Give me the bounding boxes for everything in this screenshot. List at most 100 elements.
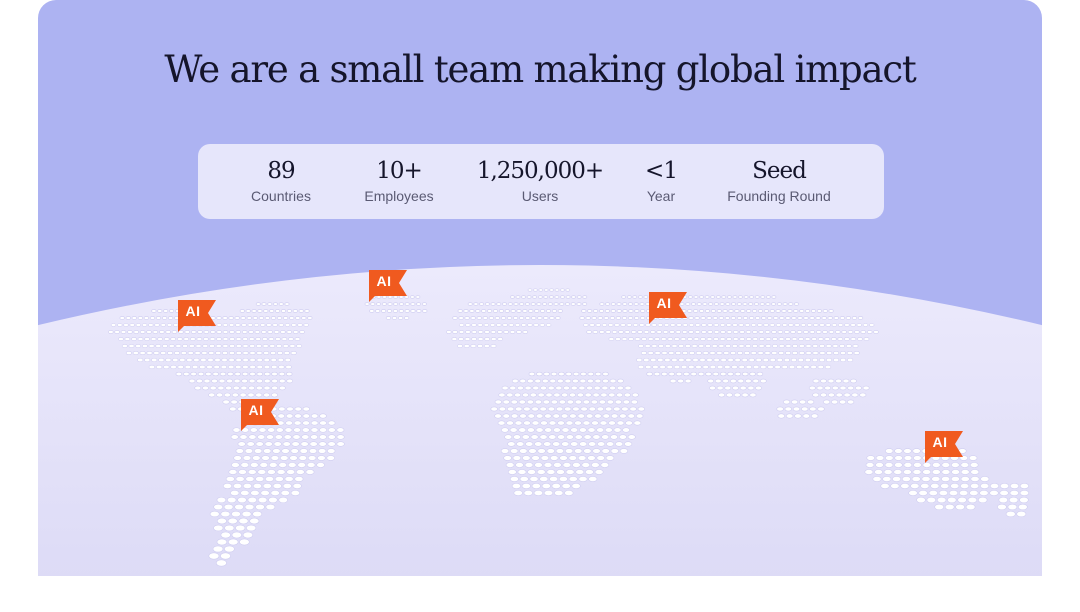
map-dot: [294, 476, 304, 482]
map-dot: [863, 337, 870, 341]
map-dot: [577, 413, 586, 419]
map-dot: [521, 295, 526, 299]
map-dot: [237, 441, 246, 447]
map-dot: [310, 413, 319, 419]
map-dot: [502, 413, 511, 419]
map-dot: [545, 309, 552, 313]
map-dot: [615, 337, 621, 341]
map-dot: [785, 413, 794, 419]
map-dot: [302, 420, 310, 426]
map-dot: [810, 413, 819, 419]
map-dot: [509, 476, 519, 482]
map-dot: [137, 357, 144, 363]
map-dot: [639, 316, 646, 320]
map-dot: [744, 378, 752, 384]
map-dot: [752, 378, 760, 384]
map-dot: [215, 559, 227, 567]
map-dot: [547, 385, 555, 391]
map-dot: [722, 378, 730, 384]
map-dot: [531, 406, 539, 412]
map-dot: [242, 357, 249, 363]
map-dot: [497, 330, 503, 334]
map-dot: [716, 385, 724, 391]
map-dot: [155, 364, 163, 370]
map-dot: [209, 510, 220, 518]
map-dot: [504, 309, 510, 313]
stat-users: 1,250,000+ Users: [477, 157, 604, 205]
map-dot: [610, 413, 619, 419]
map-dot: [555, 316, 561, 320]
map-dot: [579, 316, 585, 320]
map-dot: [682, 351, 689, 355]
map-dot: [120, 330, 127, 334]
map-dot: [121, 344, 128, 348]
map-dot: [252, 510, 263, 518]
map-dot: [893, 469, 903, 475]
map-dot: [256, 364, 264, 370]
map-dot: [713, 302, 719, 306]
map-dot: [912, 469, 922, 475]
map-dot: [791, 351, 798, 355]
map-dot: [226, 496, 237, 504]
map-dot: [632, 323, 639, 327]
map-dot: [947, 496, 957, 504]
map-dot: [209, 385, 217, 391]
map-dot: [123, 323, 129, 327]
map-dot: [716, 364, 724, 370]
map-dot: [144, 337, 150, 341]
map-dot: [776, 302, 782, 306]
map-dot: [587, 427, 596, 433]
map-dot: [664, 344, 671, 348]
map-dot: [884, 462, 894, 468]
map-dot: [547, 302, 553, 306]
map-dot: [248, 385, 256, 391]
map-dot: [851, 392, 859, 398]
map-dot: [539, 476, 549, 482]
map-dot: [634, 309, 640, 313]
map-dot: [553, 462, 562, 468]
map-dot: [846, 399, 855, 405]
map-dot: [597, 316, 603, 320]
map-dot: [249, 371, 256, 377]
map-dot: [578, 427, 587, 433]
map-dot: [837, 323, 844, 327]
map-dot: [788, 302, 794, 306]
map-dot: [556, 378, 564, 384]
map-dot: [510, 448, 519, 454]
map-dot: [639, 302, 645, 306]
map-dot: [458, 337, 464, 341]
map-dot: [798, 344, 805, 348]
map-dot: [479, 302, 485, 306]
map-dot: [606, 441, 615, 447]
map-dot: [229, 337, 235, 341]
ai-pin-australia: AI: [925, 431, 963, 463]
map-dot: [557, 434, 566, 440]
map-dot: [246, 441, 255, 447]
map-dot: [196, 337, 203, 341]
map-dot: [179, 357, 186, 363]
map-dot: [169, 309, 175, 313]
map-dot: [605, 455, 615, 461]
map-dot: [757, 351, 764, 355]
map-dot: [516, 309, 522, 313]
map-dot: [536, 469, 546, 475]
map-dot: [825, 344, 832, 348]
map-dot: [526, 378, 534, 384]
map-dot: [752, 330, 758, 334]
map-dot: [280, 489, 290, 496]
map-dot: [289, 344, 296, 348]
map-dot: [931, 476, 941, 482]
map-dot: [248, 330, 254, 334]
map-dot: [589, 323, 595, 327]
map-dot: [257, 469, 267, 475]
map-dot: [728, 309, 734, 313]
map-dot: [732, 337, 739, 341]
map-dot: [920, 483, 930, 489]
map-dot: [208, 392, 216, 398]
map-dot: [568, 392, 577, 398]
map-dot: [542, 399, 551, 405]
map-dot: [809, 316, 815, 320]
map-dot: [182, 344, 189, 348]
map-dot: [222, 483, 233, 489]
map-dot: [652, 364, 659, 370]
